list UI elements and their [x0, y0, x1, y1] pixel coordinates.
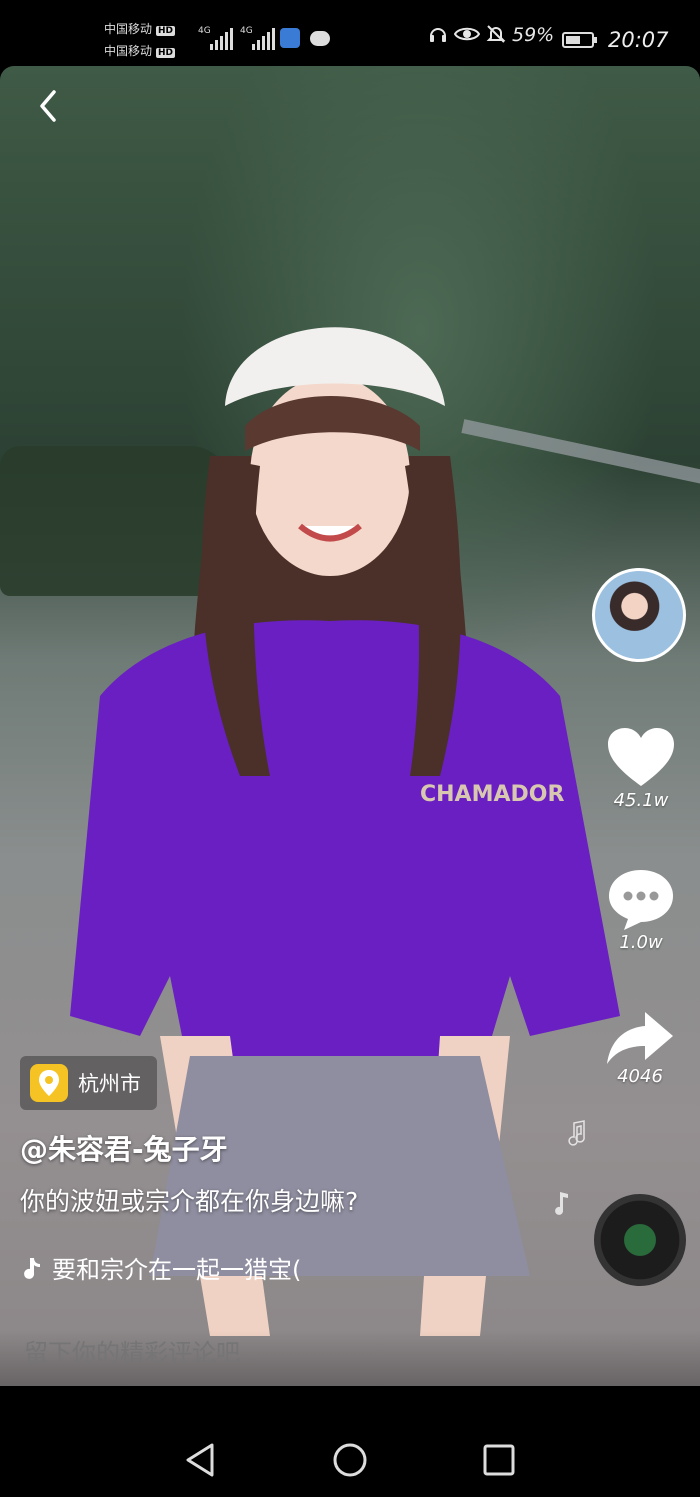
- comment-count: 1.0w: [619, 932, 663, 953]
- comment-input[interactable]: [22, 1338, 526, 1368]
- back-triangle-icon[interactable]: [184, 1442, 216, 1478]
- location-pin-icon: [30, 1064, 68, 1102]
- creator-avatar[interactable]: [592, 568, 686, 662]
- music-title: 要和宗介在一起一猎宝(: [52, 1256, 302, 1284]
- like-button[interactable]: 45.1w: [604, 726, 678, 811]
- home-circle-icon[interactable]: [332, 1442, 368, 1478]
- video-player[interactable]: CHAMADOR 45.1w 1.0w 4046 杭州市 @朱容君-兔子牙 你的…: [0, 66, 700, 1386]
- music-marquee[interactable]: 要和宗介在一起一猎宝(: [20, 1250, 370, 1285]
- battery-icon: [562, 32, 597, 48]
- carrier-2: 中国移动 HD: [104, 44, 176, 58]
- carrier-1: 中国移动 HD: [104, 22, 176, 36]
- app-notification-icon: [280, 28, 300, 48]
- message-icon: [310, 31, 330, 46]
- share-count: 4046: [617, 1066, 663, 1087]
- like-count: 45.1w: [613, 790, 669, 811]
- clock: 20:07: [608, 28, 669, 52]
- bottom-spacer: [0, 1386, 700, 1422]
- comment-icon: [609, 870, 673, 930]
- status-bar: 中国移动 HD 中国移动 HD 4G 4G 59% 20:07: [0, 0, 700, 66]
- eye-icon: [454, 27, 480, 41]
- location-tag[interactable]: 杭州市: [20, 1056, 157, 1110]
- author-name[interactable]: @朱容君-兔子牙: [20, 1128, 228, 1168]
- shirt-logo-text: CHAMADOR: [420, 782, 564, 807]
- floating-note-icon-2: [555, 1192, 568, 1215]
- battery-percent: 59%: [512, 24, 555, 46]
- music-disc[interactable]: [594, 1194, 686, 1286]
- share-button[interactable]: 4046: [602, 1010, 678, 1087]
- music-note-icon: [24, 1257, 40, 1279]
- location-label: 杭州市: [78, 1072, 141, 1096]
- signal-icon-2: 4G: [240, 26, 275, 50]
- video-subject: CHAMADOR: [70, 327, 620, 1336]
- comment-bar: [0, 1330, 700, 1386]
- signal-icon: 4G: [198, 26, 233, 50]
- back-button[interactable]: [30, 86, 70, 126]
- floating-note-icon: [568, 1120, 585, 1146]
- system-nav-bar: [0, 1422, 700, 1497]
- headphones-icon: [430, 28, 446, 42]
- recents-square-icon[interactable]: [482, 1443, 516, 1477]
- video-caption: 你的波妞或宗介都在你身边嘛?: [20, 1187, 359, 1216]
- bell-off-icon: [486, 25, 506, 43]
- comment-button[interactable]: 1.0w: [604, 866, 678, 953]
- heart-icon: [608, 728, 674, 786]
- share-arrow-icon: [607, 1012, 673, 1064]
